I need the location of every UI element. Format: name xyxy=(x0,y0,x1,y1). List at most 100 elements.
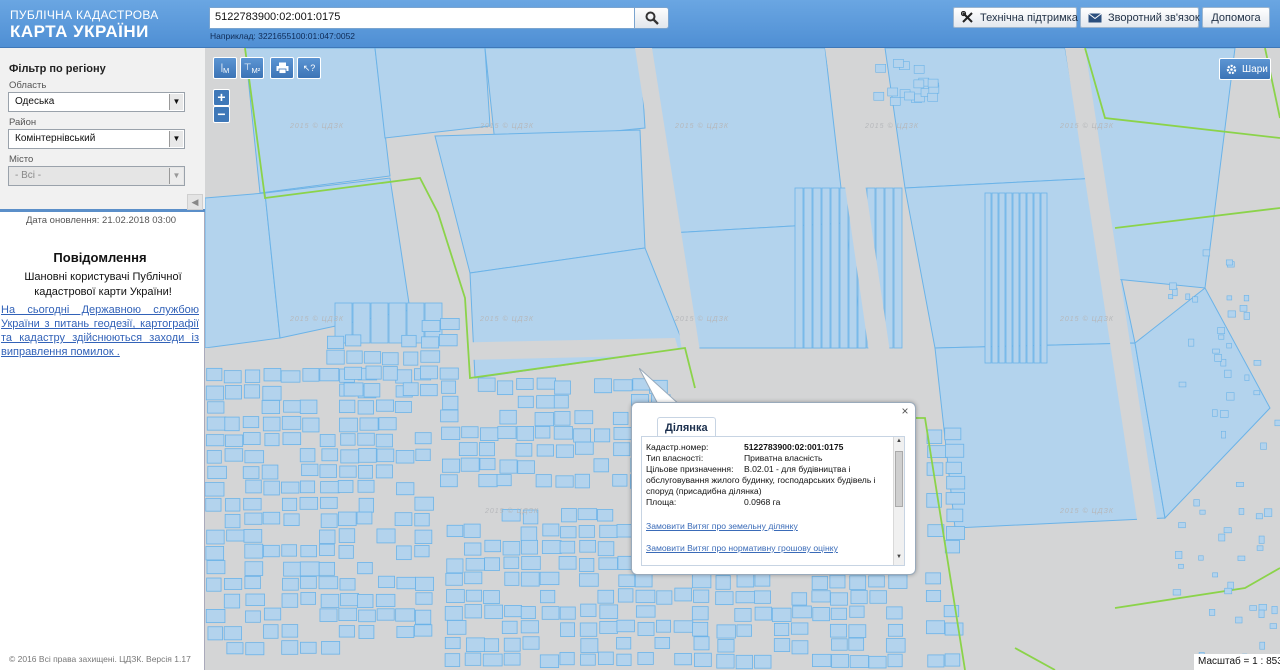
parcel[interactable] xyxy=(925,572,941,585)
parcel[interactable] xyxy=(484,557,500,571)
parcel[interactable] xyxy=(319,543,335,556)
parcel[interactable] xyxy=(283,513,300,526)
parcel[interactable] xyxy=(504,571,520,586)
parcel[interactable] xyxy=(394,401,412,413)
parcel[interactable] xyxy=(338,528,356,543)
parcel[interactable] xyxy=(887,623,904,637)
parcel[interactable] xyxy=(394,512,413,526)
parcel[interactable] xyxy=(1271,606,1278,615)
parcel[interactable] xyxy=(446,558,464,574)
parcel[interactable] xyxy=(635,589,656,604)
parcel[interactable] xyxy=(991,192,999,364)
parcel[interactable] xyxy=(376,448,395,463)
parcel[interactable] xyxy=(376,528,396,544)
parcel[interactable] xyxy=(1033,192,1041,364)
search-button[interactable] xyxy=(634,7,669,29)
parcel[interactable] xyxy=(560,526,577,539)
parcel[interactable] xyxy=(984,192,992,364)
parcel[interactable] xyxy=(904,91,915,101)
parcel[interactable] xyxy=(1212,348,1220,354)
parcel[interactable] xyxy=(1178,381,1187,388)
parcel[interactable] xyxy=(811,590,831,603)
parcel[interactable] xyxy=(318,576,339,590)
parcel[interactable] xyxy=(927,654,945,668)
parcel[interactable] xyxy=(441,380,457,394)
parcel[interactable] xyxy=(1005,192,1013,364)
parcel[interactable] xyxy=(1169,282,1177,290)
parcel[interactable] xyxy=(320,513,338,528)
parcel[interactable] xyxy=(244,575,261,590)
parcel[interactable] xyxy=(262,385,282,401)
parcel[interactable] xyxy=(401,334,417,348)
parcel[interactable] xyxy=(444,636,461,650)
parcel[interactable] xyxy=(848,624,867,638)
print-button[interactable] xyxy=(270,57,294,79)
parcel[interactable] xyxy=(593,458,609,473)
parcel[interactable] xyxy=(1012,192,1020,364)
parcel[interactable] xyxy=(656,590,673,605)
parcel[interactable] xyxy=(321,448,339,462)
parcel[interactable] xyxy=(338,607,358,622)
parcel[interactable] xyxy=(357,432,375,446)
parcel[interactable] xyxy=(381,352,399,366)
parcel[interactable] xyxy=(597,541,615,557)
parcel[interactable] xyxy=(577,508,598,521)
parcel[interactable] xyxy=(1198,555,1204,561)
parcel[interactable] xyxy=(1236,482,1244,487)
parcel[interactable] xyxy=(340,449,360,464)
parcel[interactable] xyxy=(597,651,614,665)
parcel[interactable] xyxy=(244,543,264,559)
parcel[interactable] xyxy=(1226,392,1235,401)
parcel[interactable] xyxy=(774,622,790,636)
parcel[interactable] xyxy=(242,466,260,479)
parcel[interactable] xyxy=(501,620,518,634)
parcel[interactable] xyxy=(281,481,300,494)
parcel[interactable] xyxy=(207,626,223,641)
parcel[interactable] xyxy=(613,427,634,440)
parcel[interactable] xyxy=(635,605,656,618)
parcel[interactable] xyxy=(656,619,671,633)
parcel[interactable] xyxy=(1239,305,1248,312)
parcel[interactable] xyxy=(594,378,612,394)
parcel[interactable] xyxy=(496,474,512,487)
parcel[interactable] xyxy=(357,561,373,575)
parcel[interactable] xyxy=(579,558,595,573)
parcel[interactable] xyxy=(299,576,317,589)
parcel[interactable] xyxy=(1218,334,1225,340)
parcel[interactable] xyxy=(262,511,281,525)
parcel[interactable] xyxy=(458,442,478,457)
parcel[interactable] xyxy=(561,508,577,523)
parcel[interactable] xyxy=(497,380,514,396)
parcel[interactable] xyxy=(243,384,260,399)
parcel[interactable] xyxy=(1192,296,1199,303)
parcel[interactable] xyxy=(1259,641,1266,650)
parcel[interactable] xyxy=(365,365,382,380)
parcel[interactable] xyxy=(574,410,594,425)
parcel[interactable] xyxy=(479,441,495,457)
parcel[interactable] xyxy=(831,654,850,668)
parcel[interactable] xyxy=(803,187,813,349)
parcel[interactable] xyxy=(319,434,336,447)
parcel[interactable] xyxy=(262,416,281,432)
parcel[interactable] xyxy=(205,609,226,624)
notice-link[interactable]: На сьогодні Державною службою України з … xyxy=(1,303,199,359)
parcel[interactable] xyxy=(554,380,571,395)
parcel[interactable] xyxy=(281,624,299,638)
parcel[interactable] xyxy=(320,481,340,494)
parcel[interactable] xyxy=(225,434,244,447)
parcel[interactable] xyxy=(480,427,499,441)
parcel[interactable] xyxy=(888,574,908,589)
parcel[interactable] xyxy=(483,638,500,653)
parcel[interactable] xyxy=(302,368,320,382)
parcel[interactable] xyxy=(673,620,694,633)
parcel[interactable] xyxy=(243,529,263,543)
collapse-sidebar-button[interactable]: ◀ xyxy=(187,194,203,210)
parcel[interactable] xyxy=(420,365,438,380)
parcel[interactable] xyxy=(1238,508,1245,515)
parcel[interactable] xyxy=(520,526,538,542)
parcel[interactable] xyxy=(464,604,482,619)
parcel[interactable] xyxy=(792,605,812,619)
parcel[interactable] xyxy=(1225,259,1233,266)
parcel[interactable] xyxy=(886,606,903,620)
parcel[interactable] xyxy=(358,625,375,639)
